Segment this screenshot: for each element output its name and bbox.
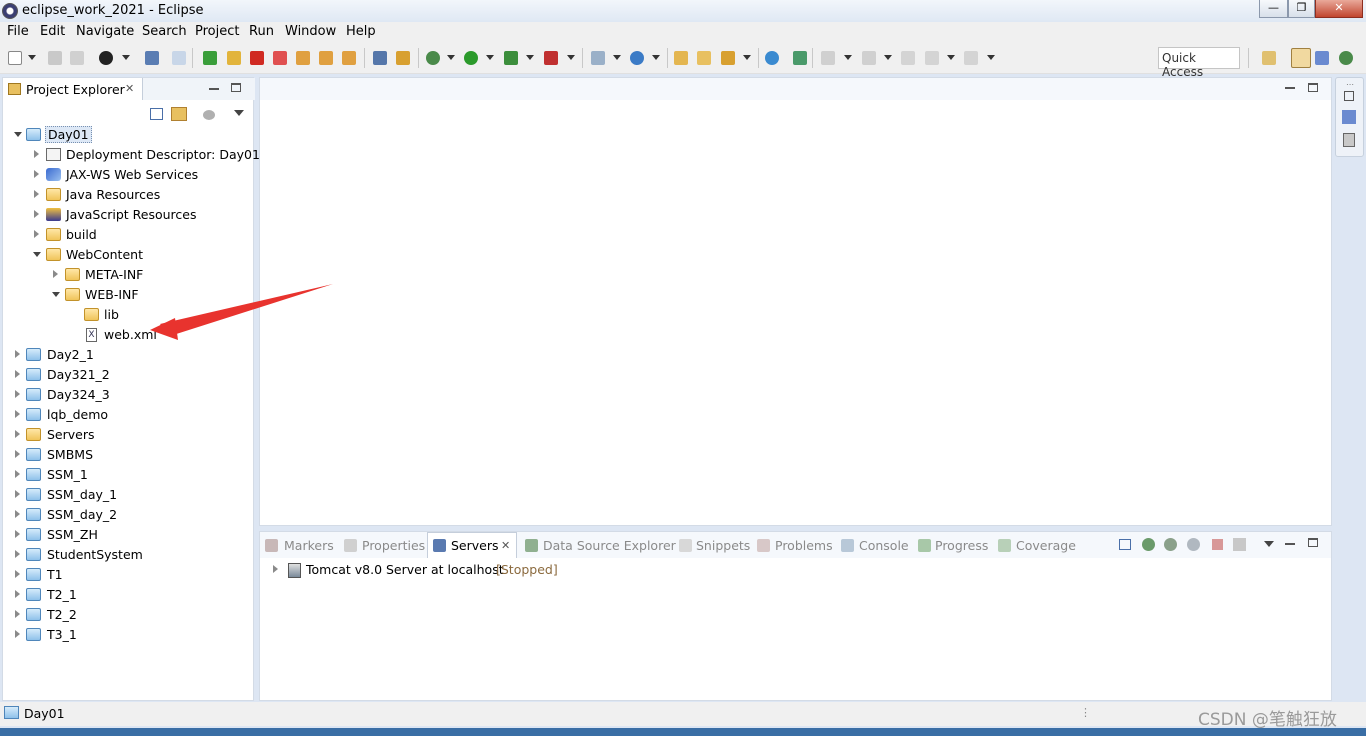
project-folder-icon [4, 706, 19, 719]
status-selection: Day01 [24, 706, 65, 721]
watermark: CSDN @笔触狂放 [1198, 710, 1337, 730]
taskbar [0, 728, 1366, 736]
annotation-arrow-shaft [160, 284, 333, 336]
status-bar: Day01 ⋮ [0, 702, 1366, 726]
annotation-arrow-head [150, 318, 178, 340]
annotation-arrow [150, 284, 333, 340]
status-separator: ⋮ [1080, 706, 1091, 719]
